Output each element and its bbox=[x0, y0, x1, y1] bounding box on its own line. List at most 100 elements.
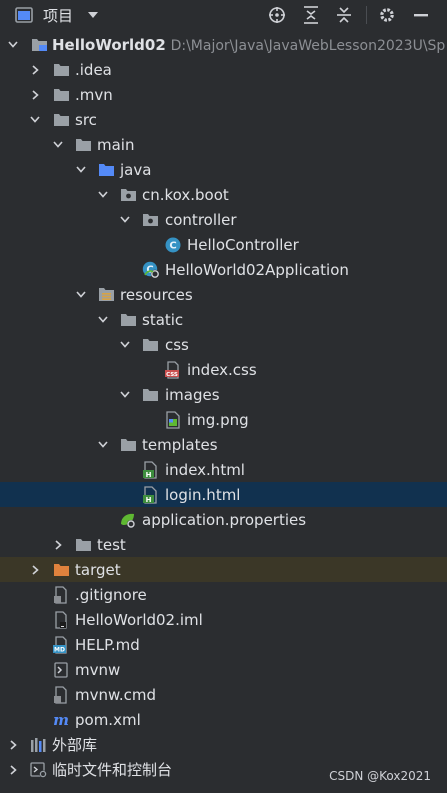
tree-item-label: target bbox=[75, 560, 121, 579]
tree-item-label: .gitignore bbox=[75, 585, 147, 604]
tree-item-test[interactable]: test bbox=[0, 532, 447, 557]
tree-item-external-libraries[interactable]: 外部库 bbox=[0, 732, 447, 757]
tree-item-label: test bbox=[97, 535, 126, 554]
chevron-down-icon[interactable] bbox=[98, 190, 108, 200]
folder-icon bbox=[141, 336, 159, 354]
tree-item-resources[interactable]: resources bbox=[0, 282, 447, 307]
expand-all-icon[interactable] bbox=[301, 5, 321, 25]
tree-item-label: mvnw.cmd bbox=[75, 685, 157, 704]
folder-icon bbox=[74, 536, 92, 554]
chevron-down-icon[interactable] bbox=[8, 40, 18, 50]
chevron-right-icon[interactable] bbox=[30, 64, 40, 75]
spring-properties-icon bbox=[119, 511, 137, 529]
chevron-right-icon[interactable] bbox=[53, 539, 63, 550]
folder-icon bbox=[52, 61, 70, 79]
chevron-down-icon[interactable] bbox=[76, 165, 86, 175]
java-class-icon: C bbox=[164, 236, 182, 254]
tree-item-label: index.html bbox=[165, 460, 245, 479]
tree-item-img-png[interactable]: img.png bbox=[0, 407, 447, 432]
project-view-selector[interactable]: 项目 bbox=[14, 5, 99, 26]
svg-text:m: m bbox=[53, 712, 69, 728]
thymeleaf-html-icon: H bbox=[142, 460, 160, 479]
tree-item-index-css[interactable]: CSS index.css bbox=[0, 357, 447, 382]
tree-item-label: .mvn bbox=[75, 85, 113, 104]
svg-text:MD: MD bbox=[54, 646, 65, 653]
svg-text:H: H bbox=[146, 470, 152, 478]
chevron-down-icon[interactable] bbox=[53, 140, 63, 150]
hide-icon[interactable] bbox=[411, 5, 431, 25]
tree-item-index-html[interactable]: H index.html bbox=[0, 457, 447, 482]
folder-icon bbox=[52, 111, 70, 129]
folder-icon bbox=[119, 436, 137, 454]
tree-item-label: main bbox=[97, 135, 135, 154]
chevron-right-icon[interactable] bbox=[30, 564, 40, 575]
text-file-icon bbox=[52, 685, 70, 704]
tree-item-label: application.properties bbox=[142, 510, 307, 529]
tree-item-label: .idea bbox=[75, 60, 112, 79]
tree-item-label: images bbox=[165, 385, 220, 404]
chevron-down-icon[interactable] bbox=[30, 115, 40, 125]
locate-icon[interactable] bbox=[267, 5, 287, 25]
tree-item-main[interactable]: main bbox=[0, 132, 447, 157]
tree-item-mvnw-cmd[interactable]: mvnw.cmd bbox=[0, 682, 447, 707]
tree-item-label: HELP.md bbox=[75, 635, 140, 654]
tree-item-label: cn.kox.boot bbox=[142, 185, 229, 204]
shell-script-icon bbox=[52, 661, 70, 679]
tree-item-label: controller bbox=[165, 210, 237, 229]
svg-text:H: H bbox=[146, 495, 152, 503]
tree-item-label: css bbox=[165, 335, 189, 354]
tree-item-images-folder[interactable]: images bbox=[0, 382, 447, 407]
tree-item-application-properties[interactable]: application.properties bbox=[0, 507, 447, 532]
chevron-right-icon[interactable] bbox=[30, 89, 40, 100]
project-tree: HelloWorld02 D:\Major\Java\JavaWebLesson… bbox=[0, 32, 447, 782]
tree-item-templates[interactable]: templates bbox=[0, 432, 447, 457]
toolbar-divider bbox=[366, 6, 367, 24]
chevron-right-icon[interactable] bbox=[8, 764, 18, 775]
tree-item-label: HelloWorld02Application bbox=[165, 260, 349, 279]
tree-item-label: java bbox=[120, 160, 152, 179]
tree-item-root[interactable]: HelloWorld02 D:\Major\Java\JavaWebLesson… bbox=[0, 32, 447, 57]
tree-item-mvn[interactable]: .mvn bbox=[0, 82, 447, 107]
css-file-icon: CSS bbox=[164, 360, 182, 379]
project-view-title: 项目 bbox=[43, 6, 74, 25]
tree-item-label: index.css bbox=[187, 360, 257, 379]
chevron-right-icon[interactable] bbox=[8, 739, 18, 750]
tree-item-hello-controller[interactable]: C HelloController bbox=[0, 232, 447, 257]
tree-item-label: static bbox=[142, 310, 184, 329]
tree-item-label: login.html bbox=[165, 485, 241, 504]
chevron-down-icon[interactable] bbox=[120, 340, 130, 350]
tree-item-mvnw[interactable]: mvnw bbox=[0, 657, 447, 682]
chevron-down-icon[interactable] bbox=[76, 290, 86, 300]
tree-item-src[interactable]: src bbox=[0, 107, 447, 132]
tree-item-help-md[interactable]: MD HELP.md bbox=[0, 632, 447, 657]
tree-item-controller[interactable]: controller bbox=[0, 207, 447, 232]
chevron-down-icon[interactable] bbox=[120, 390, 130, 400]
chevron-down-icon[interactable] bbox=[120, 215, 130, 225]
tree-item-label: HelloWorld02.iml bbox=[75, 610, 203, 629]
module-folder-icon bbox=[30, 36, 48, 54]
tree-item-css-folder[interactable]: css bbox=[0, 332, 447, 357]
tree-item-gitignore[interactable]: .gitignore bbox=[0, 582, 447, 607]
package-icon bbox=[141, 211, 159, 229]
package-icon bbox=[119, 186, 137, 204]
settings-icon[interactable] bbox=[377, 5, 397, 25]
markdown-file-icon: MD bbox=[52, 635, 70, 654]
tree-item-java[interactable]: java bbox=[0, 157, 447, 182]
svg-text:CSS: CSS bbox=[166, 372, 178, 378]
root-project-path: D:\Major\Java\JavaWebLesson2023U\Sp bbox=[170, 37, 446, 54]
tree-item-iml[interactable]: HelloWorld02.iml bbox=[0, 607, 447, 632]
collapse-all-icon[interactable] bbox=[334, 5, 354, 25]
tree-item-label: 临时文件和控制台 bbox=[52, 761, 173, 779]
chevron-down-icon[interactable] bbox=[98, 440, 108, 450]
tree-item-login-html[interactable]: H login.html bbox=[0, 482, 447, 507]
folder-icon bbox=[52, 86, 70, 104]
chevron-down-icon[interactable] bbox=[87, 9, 99, 22]
tree-item-package[interactable]: cn.kox.boot bbox=[0, 182, 447, 207]
tree-item-static[interactable]: static bbox=[0, 307, 447, 332]
ignore-file-icon bbox=[52, 585, 70, 604]
chevron-down-icon[interactable] bbox=[98, 315, 108, 325]
tree-item-application-class[interactable]: C HelloWorld02Application bbox=[0, 257, 447, 282]
tree-item-target[interactable]: target bbox=[0, 557, 447, 582]
tree-item-idea[interactable]: .idea bbox=[0, 57, 447, 82]
tree-item-pom-xml[interactable]: m pom.xml bbox=[0, 707, 447, 732]
